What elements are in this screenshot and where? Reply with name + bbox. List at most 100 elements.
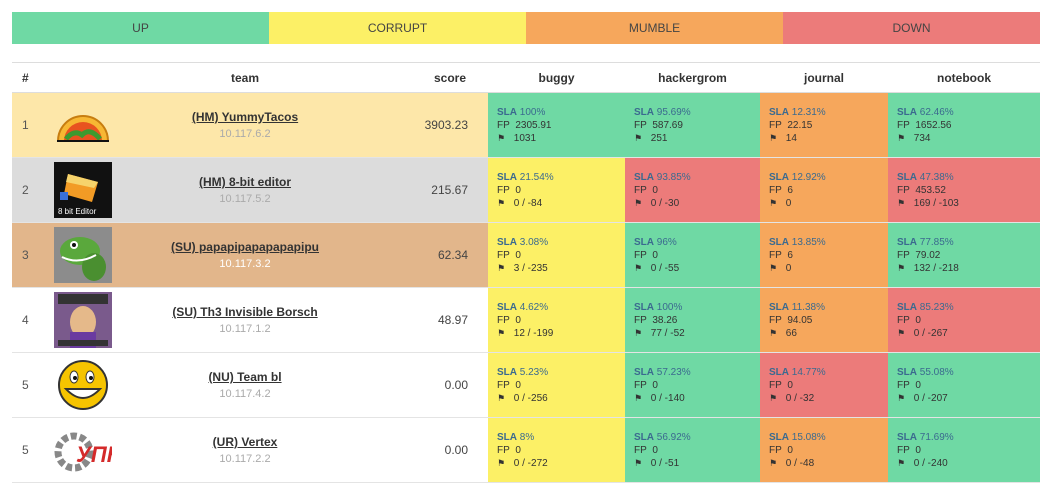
fp-line: FP 22.15	[769, 119, 888, 132]
rank-cell: 2	[12, 157, 50, 223]
flag-icon: ⚑	[634, 457, 643, 468]
sla-line: SLA 93.85%	[634, 171, 760, 184]
rank-cell: 5	[12, 417, 50, 483]
team-cell: (SU) papapipapapapapipu 10.117.3.2	[120, 222, 370, 288]
legend-corrupt: CORRUPT	[269, 12, 526, 44]
sla-value: 100%	[519, 106, 546, 118]
flag-icon: ⚑	[897, 392, 906, 403]
sla-value: 77.85%	[919, 236, 954, 248]
upk-icon: УПК	[54, 422, 112, 478]
fp-line: FP 0	[497, 379, 625, 392]
fp-value: 0	[515, 184, 521, 196]
flag-icon: ⚑	[897, 262, 906, 273]
sla-label: SLA	[769, 301, 789, 313]
fp-label: FP	[897, 249, 910, 261]
rank-cell: 4	[12, 287, 50, 353]
sla-label: SLA	[497, 431, 517, 443]
service-cell: SLA 15.08% FP 0 ⚑ 0 / -48	[760, 417, 888, 483]
flags-value: 12 / -199	[513, 327, 554, 339]
flag-icon: ⚑	[497, 132, 506, 143]
fp-value: 453.52	[915, 184, 946, 196]
service-cell: SLA 13.85% FP 6 ⚑ 0	[760, 222, 888, 288]
flags-value: 0 / -267	[913, 327, 948, 339]
sla-value: 100%	[656, 301, 683, 313]
team-row: 1 (HM) YummyTacos 10.117.6.2 3903.23 SLA 100…	[12, 92, 1040, 158]
team-name-link[interactable]: (SU) Th3 Invisible Borsch	[120, 305, 370, 319]
team-name-link[interactable]: (HM) 8-bit editor	[120, 175, 370, 189]
flag-icon: ⚑	[497, 327, 506, 338]
fp-value: 0	[915, 314, 921, 326]
flags-line: ⚑ 0 / -55	[634, 262, 760, 275]
fp-value: 0	[515, 249, 521, 261]
fp-label: FP	[634, 249, 647, 261]
sla-line: SLA 56.92%	[634, 431, 760, 444]
sla-label: SLA	[497, 301, 517, 313]
fp-value: 22.15	[787, 119, 813, 131]
service-cell: SLA 12.92% FP 6 ⚑ 0	[760, 157, 888, 223]
sla-label: SLA	[769, 431, 789, 443]
sla-line: SLA 85.23%	[897, 301, 1040, 314]
sla-label: SLA	[897, 366, 917, 378]
sla-line: SLA 96%	[634, 236, 760, 249]
flags-value: 0 / -84	[513, 197, 543, 209]
rank-cell: 1	[12, 92, 50, 158]
legend-down: DOWN	[783, 12, 1040, 44]
sla-label: SLA	[769, 236, 789, 248]
flags-line: ⚑ 14	[769, 132, 888, 145]
sla-label: SLA	[497, 366, 517, 378]
sla-value: 4.62%	[519, 301, 549, 313]
fp-line: FP 0	[897, 314, 1040, 327]
sla-label: SLA	[497, 171, 517, 183]
lizard-icon	[54, 227, 112, 283]
sla-line: SLA 77.85%	[897, 236, 1040, 249]
fp-line: FP 0	[769, 444, 888, 457]
flag-icon: ⚑	[497, 262, 506, 273]
flags-value: 0 / -272	[513, 457, 548, 469]
service-cell: SLA 100% FP 38.26 ⚑ 77 / -52	[625, 287, 760, 353]
taco-icon	[54, 97, 112, 153]
fp-value: 0	[515, 379, 521, 391]
8bit-editor-icon: 8 bit Editor	[54, 162, 112, 218]
service-cell: SLA 5.23% FP 0 ⚑ 0 / -256	[488, 352, 625, 418]
sla-value: 55.08%	[919, 366, 954, 378]
flags-value: 0 / -32	[785, 392, 815, 404]
team-name-link[interactable]: (NU) Team bl	[120, 370, 370, 384]
flags-line: ⚑ 77 / -52	[634, 327, 760, 340]
service-cell: SLA 93.85% FP 0 ⚑ 0 / -30	[625, 157, 760, 223]
service-cell: SLA 77.85% FP 79.02 ⚑ 132 / -218	[888, 222, 1040, 288]
sla-value: 85.23%	[919, 301, 954, 313]
flags-line: ⚑ 0 / -32	[769, 392, 888, 405]
flags-line: ⚑ 66	[769, 327, 888, 340]
rank-cell: 3	[12, 222, 50, 288]
flag-icon: ⚑	[897, 197, 906, 208]
fp-value: 0	[787, 444, 793, 456]
team-name-link[interactable]: (SU) papapipapapapapipu	[120, 240, 370, 254]
meme-icon	[54, 292, 112, 348]
rank-cell: 5	[12, 352, 50, 418]
sla-label: SLA	[769, 106, 789, 118]
fp-label: FP	[897, 444, 910, 456]
sla-line: SLA 8%	[497, 431, 625, 444]
fp-line: FP 453.52	[897, 184, 1040, 197]
fp-value: 0	[915, 444, 921, 456]
fp-label: FP	[769, 314, 782, 326]
flags-value: 1031	[513, 132, 537, 144]
sla-line: SLA 14.77%	[769, 366, 888, 379]
team-name-link[interactable]: (UR) Vertex	[120, 435, 370, 449]
sla-line: SLA 12.31%	[769, 106, 888, 119]
flag-icon: ⚑	[497, 457, 506, 468]
fp-label: FP	[634, 184, 647, 196]
flags-line: ⚑ 0 / -140	[634, 392, 760, 405]
flags-value: 66	[785, 327, 797, 339]
fp-label: FP	[497, 119, 510, 131]
sla-line: SLA 21.54%	[497, 171, 625, 184]
flag-icon: ⚑	[634, 392, 643, 403]
sla-line: SLA 11.38%	[769, 301, 888, 314]
flag-icon: ⚑	[897, 457, 906, 468]
fp-label: FP	[497, 314, 510, 326]
flags-value: 0 / -51	[650, 457, 680, 469]
flags-value: 14	[785, 132, 797, 144]
flag-icon: ⚑	[634, 262, 643, 273]
fp-label: FP	[497, 249, 510, 261]
team-name-link[interactable]: (HM) YummyTacos	[120, 110, 370, 124]
